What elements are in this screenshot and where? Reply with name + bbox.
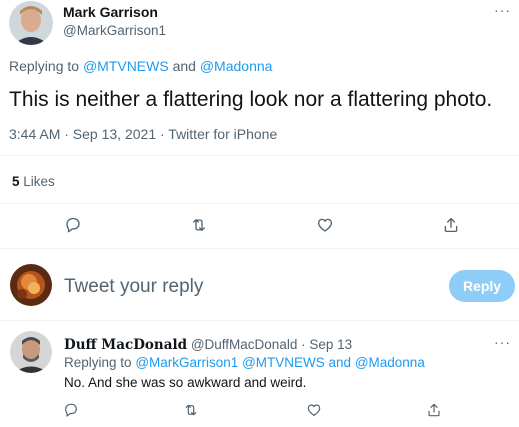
divider: [0, 155, 519, 156]
reply-author-handle[interactable]: @DuffMacDonald: [191, 337, 298, 352]
reply-tweet-reply-button[interactable]: [55, 394, 87, 426]
retweet-button[interactable]: [182, 208, 216, 242]
author-avatar[interactable]: [9, 1, 53, 45]
reply-tweet-share-button[interactable]: [418, 394, 450, 426]
reply-author-avatar[interactable]: [10, 331, 52, 373]
mention-mtvnews[interactable]: @MTVNEWS: [83, 58, 169, 74]
and-text: and: [172, 58, 196, 74]
likes-count: 5: [12, 174, 20, 189]
like-icon: [317, 218, 333, 232]
and-text: and: [328, 355, 352, 370]
reply-date[interactable]: Sep 13: [309, 337, 352, 352]
likes-stat[interactable]: 5 Likes: [12, 174, 55, 189]
reply-submit-button[interactable]: Reply: [449, 270, 515, 302]
share-button[interactable]: [434, 208, 468, 242]
like-button[interactable]: [308, 208, 342, 242]
reply-button[interactable]: [56, 208, 90, 242]
share-icon: [428, 403, 440, 417]
reply-icon: [65, 403, 77, 417]
mention-madonna[interactable]: @Madonna: [355, 355, 425, 370]
author-handle[interactable]: @MarkGarrison1: [63, 23, 166, 38]
replying-to-line: Replying to @MTVNEWS and @Madonna: [9, 58, 272, 74]
mention-markgarrison1[interactable]: @MarkGarrison1: [135, 355, 238, 370]
mention-madonna[interactable]: @Madonna: [200, 58, 273, 74]
reply-replying-label: Replying to: [64, 355, 132, 370]
retweet-icon: [185, 404, 197, 416]
tweet-reply-input[interactable]: Tweet your reply: [64, 276, 434, 298]
reply-tweet-like-button[interactable]: [298, 394, 330, 426]
mention-mtvnews[interactable]: @MTVNEWS: [242, 355, 325, 370]
reply-replying-to-line: Replying to @MarkGarrison1 @MTVNEWS and …: [64, 355, 425, 370]
reply-more-options-button[interactable]: ···: [494, 334, 511, 350]
divider: [0, 320, 519, 321]
reply-author-name[interactable]: Duff MacDonald: [64, 337, 187, 353]
replying-to-label: Replying to: [9, 58, 80, 74]
user-avatar[interactable]: [10, 264, 52, 306]
share-icon: [444, 217, 458, 233]
divider: [0, 248, 519, 249]
author-name[interactable]: Mark Garrison: [63, 4, 158, 20]
tweet-timestamp[interactable]: 3:44 AM · Sep 13, 2021 · Twitter for iPh…: [9, 126, 277, 142]
tweet-text: This is neither a flattering look nor a …: [9, 88, 493, 111]
reply-tweet-retweet-button[interactable]: [175, 394, 207, 426]
reply-separator: ·: [301, 337, 306, 352]
likes-label: Likes: [23, 174, 55, 189]
retweet-icon: [193, 219, 205, 231]
divider: [0, 203, 519, 204]
like-icon: [307, 404, 321, 416]
reply-tweet-text: No. And she was so awkward and weird.: [64, 375, 307, 390]
reply-header: Duff MacDonald @DuffMacDonald · Sep 13: [64, 337, 352, 353]
more-options-button[interactable]: ···: [494, 2, 511, 18]
reply-icon: [66, 217, 80, 233]
